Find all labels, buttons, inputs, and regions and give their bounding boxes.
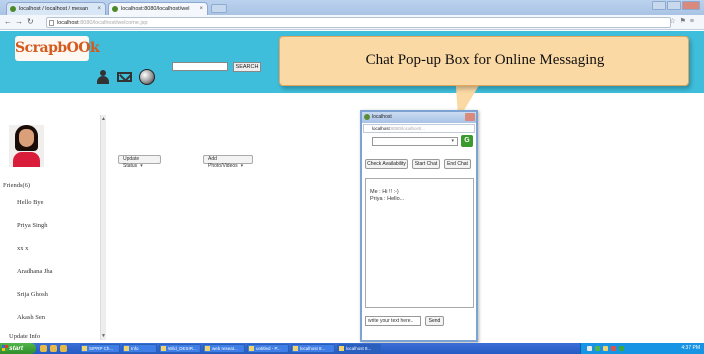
quick-launch-icon[interactable] xyxy=(60,345,67,352)
url-path: :8080/localhost/welcome.jsp xyxy=(78,20,148,26)
browser-tabstrip: localhost / localhost / mesan × localhos… xyxy=(0,0,704,15)
friend-link[interactable]: Akash Sen xyxy=(17,314,45,321)
scrapbook-logo[interactable]: ScrapbOOk xyxy=(15,36,100,61)
popup-close-button[interactable] xyxy=(465,113,475,121)
taskbar-item[interactable]: web reseat... xyxy=(203,344,245,353)
taskbar-item[interactable]: Info xyxy=(122,344,157,353)
friend-link[interactable]: Hello Bye xyxy=(17,199,44,206)
annotation-callout: Chat Pop-up Box for Online Messaging xyxy=(279,36,689,86)
taskbar-item[interactable]: SIPRP Ch... xyxy=(80,344,120,353)
tab-label: localhost / localhost / mesan xyxy=(19,6,89,12)
popup-address-bar: localhost:8080/localhost/... xyxy=(363,124,475,133)
toolbar-icons[interactable]: ☆⚑≡ xyxy=(669,17,698,25)
close-window-button[interactable] xyxy=(682,1,700,10)
friend-link[interactable]: xx x xyxy=(17,245,28,252)
chevron-down-icon: ▾ xyxy=(140,163,143,169)
favicon-icon xyxy=(364,114,370,120)
clock[interactable]: 4:37 PM xyxy=(681,345,700,351)
chat-text-input[interactable]: write your text here.. xyxy=(365,316,421,326)
browser-tab-2[interactable]: localhost:8080/localhost/wel × xyxy=(108,2,208,15)
add-photos-dropdown[interactable]: Add Photo/Videos ▾ xyxy=(203,155,253,169)
browser-toolbar: ← → ↻ localhost:8080/localhost/welcome.j… xyxy=(0,15,704,30)
friends-icon[interactable] xyxy=(96,70,110,84)
quick-launch-icon[interactable] xyxy=(50,345,57,352)
chevron-down-icon: ▾ xyxy=(240,163,244,169)
tray-icon[interactable] xyxy=(611,346,616,351)
friend-link[interactable]: Aradhana Jha xyxy=(17,268,53,275)
search-input[interactable] xyxy=(172,62,228,71)
close-tab-icon[interactable]: × xyxy=(199,3,203,15)
reload-icon[interactable]: ↻ xyxy=(27,17,34,27)
taskbar-item-active[interactable]: localhost 8... xyxy=(337,344,381,353)
quick-launch xyxy=(40,345,67,352)
windows-taskbar: start SIPRP Ch... Info Wild_DESIR... web… xyxy=(0,343,704,354)
chat-popup-window: localhost localhost:8080/localhost/... ▾… xyxy=(360,110,478,342)
address-bar[interactable]: localhost:8080/localhost/welcome.jsp xyxy=(46,17,671,28)
tray-icon[interactable] xyxy=(603,346,608,351)
favicon-icon xyxy=(10,6,16,12)
back-arrow-icon[interactable]: ← xyxy=(4,17,12,27)
start-chat-button[interactable]: Start Chat xyxy=(412,159,440,169)
chat-message: Me : Hi !! :-) xyxy=(370,189,399,195)
profile-avatar[interactable] xyxy=(9,125,44,167)
left-scrollbar[interactable]: ▲ ▼ xyxy=(100,115,106,340)
update-info-link[interactable]: Update Info xyxy=(9,333,40,340)
check-availability-button[interactable]: Check Availability xyxy=(365,159,408,169)
chat-message: Priya : Hello... xyxy=(370,196,405,202)
go-button[interactable]: G xyxy=(461,135,473,147)
chat-messages[interactable]: Me : Hi !! :-) Priya : Hello... xyxy=(365,178,474,308)
scroll-down-icon[interactable]: ▼ xyxy=(101,333,106,339)
friends-heading[interactable]: Friends(6) xyxy=(3,182,30,189)
browser-tab-1[interactable]: localhost / localhost / mesan × xyxy=(6,2,106,15)
url-host: localhost xyxy=(57,20,79,26)
user-select-dropdown[interactable]: ▾ xyxy=(372,137,458,146)
taskbar-item[interactable]: untitled - P... xyxy=(247,344,289,353)
window-controls xyxy=(652,1,700,10)
tray-icon[interactable] xyxy=(587,346,592,351)
friend-link[interactable]: Priya Singh xyxy=(17,222,48,229)
tray-icon[interactable] xyxy=(595,346,600,351)
send-button[interactable]: Send xyxy=(425,316,444,326)
end-chat-button[interactable]: End Chat xyxy=(444,159,471,169)
friend-link[interactable]: Srija Ghosh xyxy=(17,291,48,298)
page-icon xyxy=(49,20,54,26)
favicon-icon xyxy=(112,6,118,12)
quick-launch-icon[interactable] xyxy=(40,345,47,352)
start-button[interactable]: start xyxy=(0,343,36,354)
update-status-dropdown[interactable]: Update Status ▾ xyxy=(118,155,161,169)
popup-titlebar: localhost xyxy=(362,112,476,123)
new-tab-button[interactable] xyxy=(211,4,227,13)
search-button[interactable]: SEARCH xyxy=(233,62,261,72)
tray-icon[interactable] xyxy=(619,346,624,351)
popup-title: localhost xyxy=(372,114,392,120)
taskbar-item[interactable]: Wild_DESIR... xyxy=(159,344,201,353)
close-tab-icon[interactable]: × xyxy=(97,3,101,15)
header-icons xyxy=(96,69,155,85)
tab-label: localhost:8080/localhost/wel xyxy=(121,6,190,12)
minimize-button[interactable] xyxy=(652,1,666,10)
maximize-button[interactable] xyxy=(667,1,681,10)
mail-icon[interactable] xyxy=(117,72,132,82)
windows-logo-icon xyxy=(2,345,8,351)
globe-icon[interactable] xyxy=(139,69,155,85)
system-tray: 4:37 PM xyxy=(580,343,704,354)
forward-arrow-icon[interactable]: → xyxy=(15,17,23,27)
callout-text: Chat Pop-up Box for Online Messaging xyxy=(365,52,605,68)
taskbar-item[interactable]: localhost 8... xyxy=(291,344,335,353)
scroll-up-icon[interactable]: ▲ xyxy=(101,116,106,122)
